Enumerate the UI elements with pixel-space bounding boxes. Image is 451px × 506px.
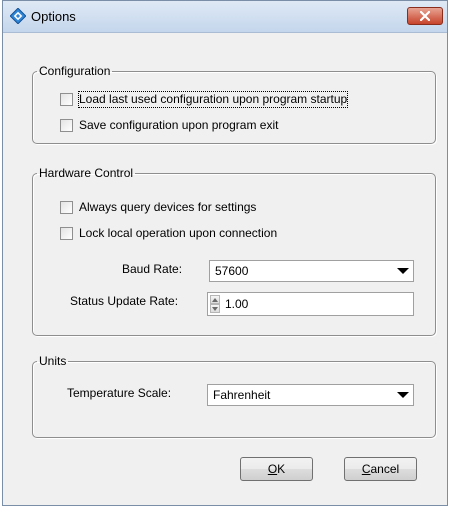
ok-label-rest: K <box>277 462 286 476</box>
close-icon <box>420 11 430 21</box>
close-button[interactable] <box>407 7 443 25</box>
baud-rate-label: Baud Rate: <box>122 262 183 276</box>
spin-buttons <box>210 295 220 313</box>
temperature-scale-value: Fahrenheit <box>213 388 271 402</box>
window-title: Options <box>31 9 76 24</box>
temperature-scale-label: Temperature Scale: <box>67 386 172 400</box>
baud-rate-value: 57600 <box>215 264 249 278</box>
checkbox-box[interactable] <box>60 201 73 214</box>
units-group-title: Units <box>39 354 67 368</box>
status-update-rate-value: 1.00 <box>225 297 249 311</box>
options-dialog: Options Configuration Load last used con… <box>2 0 448 506</box>
query-devices-label: Always query devices for settings <box>79 200 257 214</box>
baud-rate-select[interactable]: 57600 <box>209 260 414 282</box>
checkbox-box[interactable] <box>60 93 73 106</box>
checkbox-box[interactable] <box>60 119 73 132</box>
dialog-body: Configuration Load last used configurati… <box>11 40 440 499</box>
options-app-icon <box>9 7 27 25</box>
temperature-scale-select[interactable]: Fahrenheit <box>207 384 414 406</box>
spin-down-button[interactable] <box>210 304 220 313</box>
chevron-down-icon[interactable] <box>395 263 411 279</box>
cancel-button[interactable]: Cancel <box>344 457 417 481</box>
ok-button[interactable]: OK <box>240 457 313 481</box>
save-config-label: Save configuration upon program exit <box>79 118 279 132</box>
checkbox-box[interactable] <box>60 227 73 240</box>
ok-mnemonic: O <box>267 462 278 476</box>
lock-local-label: Lock local operation upon connection <box>79 226 278 240</box>
status-update-rate-label: Status Update Rate: <box>70 294 179 308</box>
configuration-group-title: Configuration <box>39 64 111 78</box>
spin-up-icon <box>212 298 218 302</box>
cancel-label-rest: ancel <box>370 462 400 476</box>
status-update-rate-input[interactable]: 1.00 <box>207 292 414 316</box>
title-bar[interactable]: Options <box>3 1 447 33</box>
hardware-control-group-title: Hardware Control <box>39 166 134 180</box>
spin-up-button[interactable] <box>210 295 220 304</box>
load-config-label: Load last used configuration upon progra… <box>77 91 349 108</box>
spin-down-icon <box>212 307 218 311</box>
chevron-down-icon[interactable] <box>395 387 411 403</box>
